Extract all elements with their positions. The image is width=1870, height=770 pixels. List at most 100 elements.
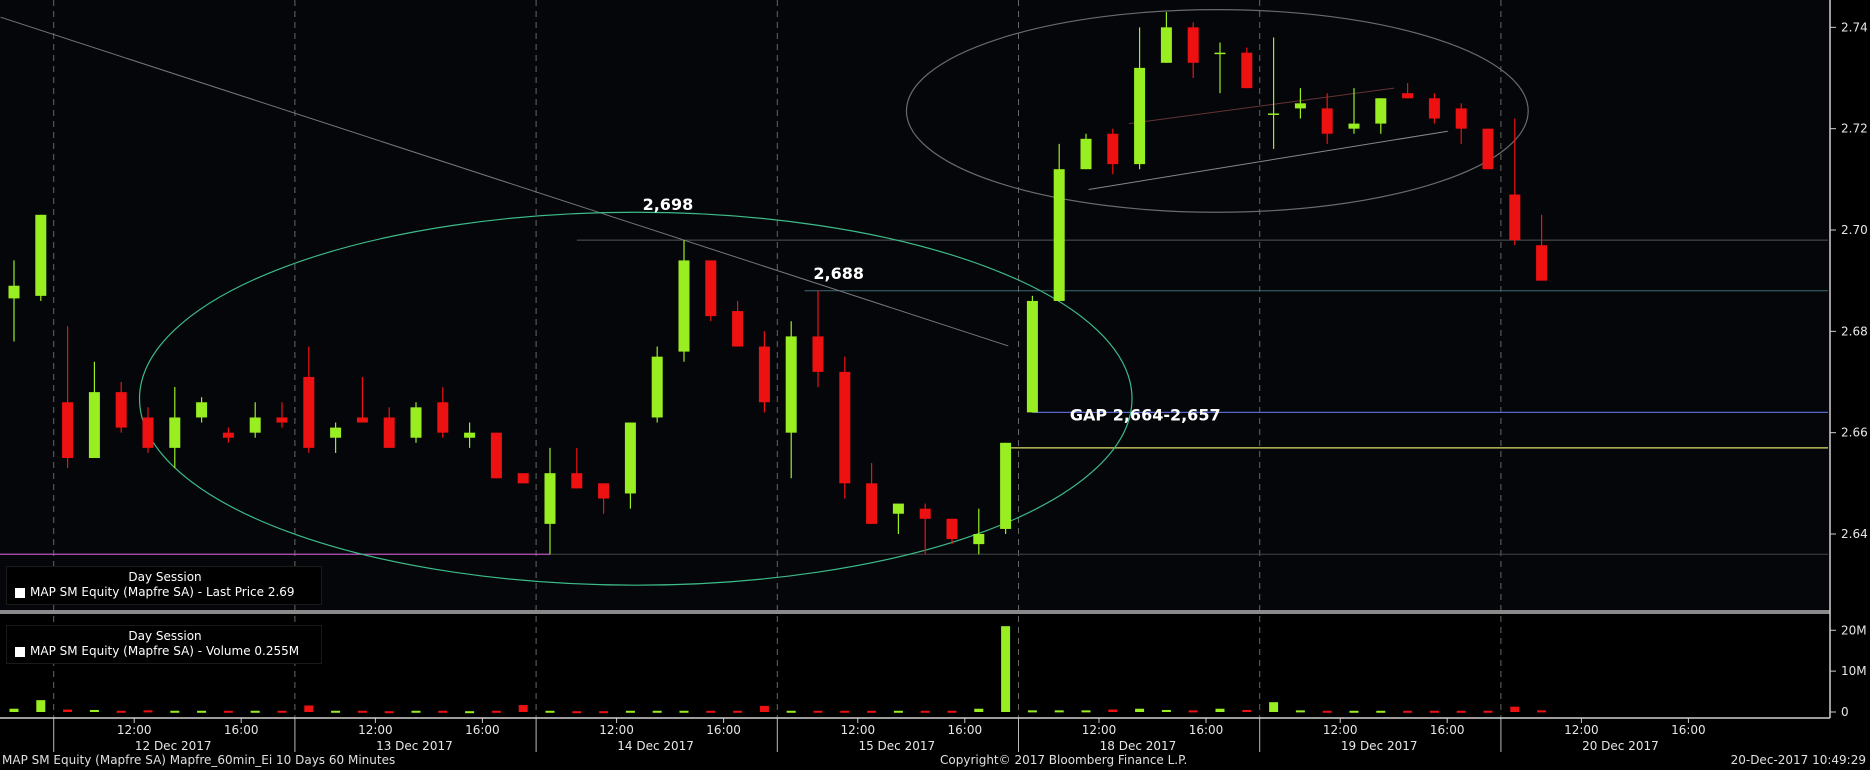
volume-bar (786, 710, 796, 713)
volume-bar (572, 711, 582, 714)
candle-body-up (1026, 300, 1038, 413)
candle-body-down (383, 417, 395, 448)
candle-body-up (1294, 103, 1306, 109)
candle-body-up (544, 473, 556, 524)
volume-bar (357, 710, 367, 713)
volume-bar (1456, 710, 1466, 713)
volume-bar (197, 710, 207, 713)
price-tick-label: 2.74 (1841, 20, 1868, 34)
volume-bar (920, 710, 930, 713)
date-tick-label: 19 Dec 2017 (1341, 739, 1418, 753)
volume-legend: Day Session MAP SM Equity (Mapfre SA) - … (6, 625, 322, 664)
candle-body-down (115, 392, 127, 428)
volume-bar (1081, 710, 1091, 713)
panel-separator (0, 610, 1830, 614)
candle-body-up (1134, 67, 1146, 165)
legend-session-label: Day Session (128, 570, 202, 584)
volume-bar (1322, 710, 1332, 713)
volume-bar (1001, 626, 1011, 712)
volume-bar (1242, 709, 1252, 712)
time-tick-label: 16:00 (948, 723, 983, 737)
candle-body-up (196, 402, 208, 418)
candle-body-up (1053, 169, 1065, 301)
legend-session-label: Day Session (128, 629, 202, 643)
annotation-2688: 2,688 (813, 264, 864, 283)
candle-body-down (732, 311, 744, 347)
volume-bar (518, 705, 528, 712)
candle-body-up (1348, 123, 1360, 129)
volume-bar (625, 710, 635, 713)
date-tick-label: 15 Dec 2017 (858, 739, 935, 753)
candle-body-up (1268, 113, 1280, 115)
price-tick-label: 2.64 (1841, 527, 1868, 541)
volume-bar (867, 710, 877, 713)
volume-bar (599, 711, 609, 714)
candle-body-up (785, 336, 797, 433)
price-tick-label: 2.72 (1841, 122, 1868, 136)
candle-body-down (1187, 27, 1199, 63)
volume-bar (1135, 708, 1145, 712)
volume-bar (840, 710, 850, 713)
candle-body-down (1509, 194, 1521, 241)
candle-body-down (705, 260, 717, 317)
time-tick-label: 12:00 (599, 723, 634, 737)
time-tick-label: 16:00 (465, 723, 500, 737)
volume-bar (491, 710, 501, 713)
price-legend: Day Session MAP SM Equity (Mapfre SA) - … (6, 566, 322, 605)
candle-body-down (276, 417, 288, 423)
candle-body-down (1402, 93, 1414, 99)
volume-bar (250, 710, 260, 713)
time-tick-label: 12:00 (117, 723, 152, 737)
candle-body-down (437, 402, 449, 433)
candle-body-down (1455, 108, 1467, 129)
date-tick-label: 20 Dec 2017 (1582, 739, 1659, 753)
time-tick-label: 12:00 (841, 723, 876, 737)
candle-body-down (571, 473, 583, 489)
volume-bar (304, 705, 314, 712)
candle-body-up (1214, 52, 1226, 55)
legend-volume-label: MAP SM Equity (Mapfre SA) - Volume 0.255… (30, 644, 300, 658)
candle-body-up (651, 356, 663, 418)
volume-bar (974, 708, 984, 712)
candle-body-up (464, 432, 476, 438)
candle-body-up (249, 417, 261, 433)
legend-price-label: MAP SM Equity (Mapfre SA) - Last Price 2… (30, 585, 295, 599)
price-tick-label: 2.70 (1841, 223, 1868, 237)
volume-bar (170, 710, 180, 713)
volume-bar (116, 710, 126, 713)
legend-swatch (15, 646, 25, 657)
volume-bar (1188, 710, 1198, 713)
volume-bar (143, 710, 153, 713)
volume-bar (652, 710, 662, 713)
volume-bar (1537, 710, 1547, 713)
volume-bar (384, 711, 394, 714)
time-tick-label: 12:00 (1564, 723, 1599, 737)
annotation-gap: GAP 2,664-2,657 (1070, 405, 1221, 424)
volume-bar (706, 710, 716, 713)
volume-bar (277, 710, 287, 713)
volume-bar (1376, 710, 1386, 713)
date-tick-label: 13 Dec 2017 (376, 739, 453, 753)
candle-body-up (35, 214, 47, 296)
volume-bar (1510, 706, 1520, 712)
volume-bar (1349, 710, 1359, 713)
volume-bar (1161, 709, 1171, 712)
time-tick-label: 16:00 (1671, 723, 1706, 737)
volume-bar (1215, 708, 1225, 712)
date-tick-label: 18 Dec 2017 (1100, 739, 1177, 753)
candle-body-down (142, 417, 154, 448)
candle-body-down (946, 518, 958, 540)
candle-body-down (1107, 133, 1119, 165)
volume-tick-label: 20M (1841, 623, 1867, 637)
candle-body-down (1241, 52, 1253, 89)
time-tick-label: 16:00 (1430, 723, 1465, 737)
candle-body-up (8, 285, 20, 299)
volume-bar (63, 709, 73, 712)
volume-bar (1483, 710, 1493, 713)
candle-body-down (839, 371, 851, 484)
candle-body-up (624, 422, 636, 494)
candle-body-down (490, 432, 502, 479)
volume-bar (9, 708, 19, 712)
time-tick-label: 12:00 (1323, 723, 1358, 737)
footer-security-description: MAP SM Equity (Mapfre SA) Mapfre_60min_E… (2, 753, 396, 767)
